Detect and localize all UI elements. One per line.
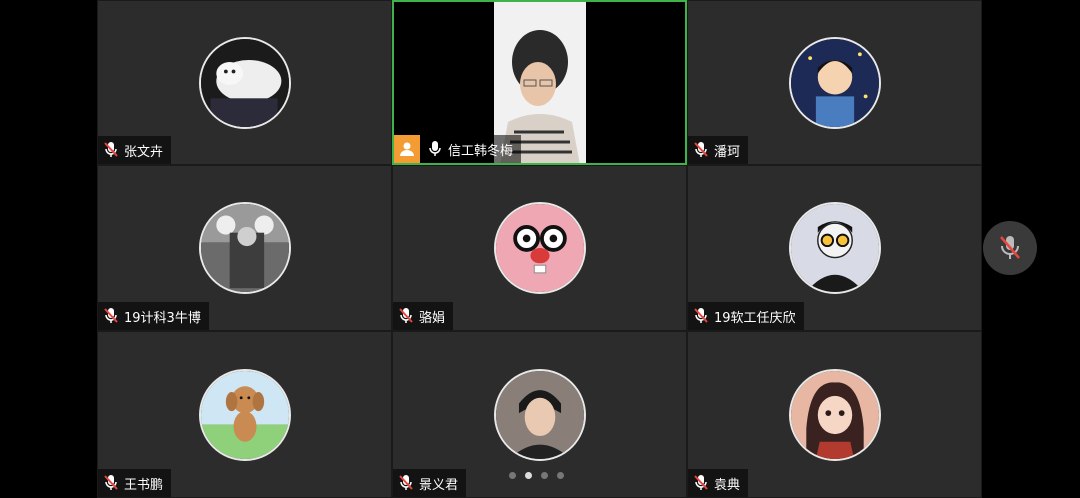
page-dot-current[interactable] — [525, 472, 532, 479]
name-label-bar: 骆娟 — [393, 302, 454, 330]
participant-name: 袁典 — [714, 477, 741, 493]
mic-muted-icon — [694, 474, 708, 492]
pink-plush-avatar — [493, 202, 586, 294]
photo-avatar — [198, 202, 291, 294]
participant-name: 19计科3牛博 — [124, 310, 201, 326]
floating-mic-button[interactable] — [983, 221, 1037, 275]
participant-tile[interactable]: 19软工任庆欣 — [687, 165, 982, 331]
host-badge-icon — [394, 135, 420, 163]
mic-on-icon — [428, 140, 442, 158]
participant-tile[interactable]: 骆娟 — [392, 165, 687, 331]
mic-muted-icon — [104, 141, 118, 159]
mic-muted-icon — [104, 474, 118, 492]
participant-tile[interactable]: 张文卉 — [97, 0, 392, 165]
mic-muted-icon — [399, 474, 413, 492]
participant-name: 王书鹏 — [124, 477, 164, 493]
page-dot[interactable] — [541, 472, 548, 479]
name-label-bar: 景义君 — [393, 469, 467, 497]
page-dot[interactable] — [509, 472, 516, 479]
participant-tile[interactable]: 潘珂 — [687, 0, 982, 165]
participant-name: 19软工任庆欣 — [714, 310, 796, 326]
name-label-bar: 19计科3牛博 — [98, 302, 209, 330]
mic-muted-icon — [104, 307, 118, 325]
cartoon-boy-avatar — [788, 36, 881, 129]
name-label-bar: 潘珂 — [688, 136, 749, 164]
mic-muted-icon — [694, 141, 708, 159]
name-label-bar: 王书鹏 — [98, 469, 172, 497]
page-dot[interactable] — [557, 472, 564, 479]
person-photo-avatar — [493, 368, 586, 461]
name-label-bar: 19软工任庆欣 — [688, 302, 804, 330]
mic-muted-icon — [399, 307, 413, 325]
page-indicator[interactable] — [509, 472, 564, 479]
participant-grid: 张文卉 信工韩冬梅 潘珂 19计科3牛博 骆娟 19软工任庆欣 王书鹏 景义君 … — [97, 0, 983, 498]
name-label-bar: 信工韩冬梅 — [394, 135, 522, 163]
glasses-man-avatar — [788, 202, 881, 294]
participant-name: 张文卉 — [124, 144, 164, 160]
name-label-bar: 张文卉 — [98, 136, 172, 164]
participant-tile-active[interactable]: 信工韩冬梅 — [392, 0, 687, 165]
participant-name: 骆娟 — [419, 310, 446, 326]
anime-girl-avatar — [788, 368, 881, 461]
participant-tile[interactable]: 袁典 — [687, 331, 982, 498]
mic-muted-icon — [694, 307, 708, 325]
participant-tile[interactable]: 王书鹏 — [97, 331, 392, 498]
participant-name: 潘珂 — [714, 144, 741, 160]
participant-name: 信工韩冬梅 — [448, 143, 514, 159]
name-label-bar: 袁典 — [688, 469, 749, 497]
cat-avatar — [198, 36, 291, 129]
dog-cartoon-avatar — [198, 368, 291, 461]
mic-muted-icon — [1000, 236, 1020, 259]
participant-name: 景义君 — [419, 477, 459, 493]
participant-tile[interactable]: 19计科3牛博 — [97, 165, 392, 331]
